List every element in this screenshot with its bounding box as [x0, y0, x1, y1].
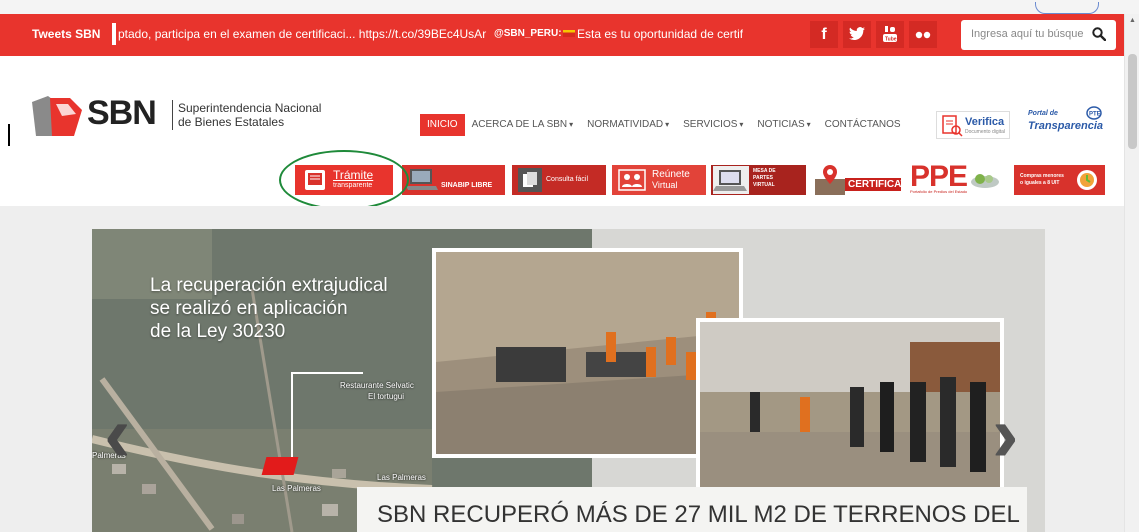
clock-coin-icon	[1077, 170, 1097, 190]
banner-mesa-label: MESA DE PARTES VIRTUAL	[753, 168, 776, 188]
banner-consulta-facil[interactable]: Consulta fácil	[512, 165, 606, 195]
location-pin-icon	[815, 165, 845, 195]
hero-text-line3: de la Ley 30230	[150, 321, 286, 342]
banner-mesa-de-partes[interactable]: MESA DE PARTES VIRTUAL	[711, 165, 806, 195]
laptop-icon	[713, 166, 749, 194]
banner-sinabip-label: SINABIP LIBRE	[441, 182, 493, 189]
map-label: Las Palmeras	[272, 484, 321, 493]
logo-text[interactable]: SBN	[87, 94, 157, 133]
banner-sinabip-libre[interactable]: SINABIP LIBRE	[402, 165, 505, 195]
caret-down-icon: ▾	[569, 120, 574, 129]
caret-down-icon: ▾	[806, 120, 811, 129]
pte-seal-icon: PTE	[1086, 106, 1102, 120]
banner-reunete-virtual[interactable]: Reúnete Virtual	[612, 165, 706, 195]
banner-ppe-subtitle: Portafolio de Predios del Estado	[910, 189, 968, 194]
callout-line	[291, 372, 363, 374]
photo-police-workers	[696, 318, 1004, 500]
logo-divider	[172, 100, 173, 130]
nav-item-label: SERVICIOS	[683, 119, 738, 130]
browser-top-strip	[0, 0, 1139, 14]
search-box	[961, 20, 1116, 50]
highlight-oval	[279, 150, 409, 210]
banner-reunete-subtitle: Virtual	[652, 180, 678, 190]
logo-subtitle-line2: de Bienes Estatales	[178, 115, 285, 129]
search-icon[interactable]	[1092, 27, 1107, 46]
verifica-subtitle: Documento digital	[965, 129, 1006, 135]
sbn-logo-icon[interactable]	[32, 96, 84, 141]
map-label: Restaurante Selvatic	[340, 381, 414, 390]
banner-compras-menores[interactable]: Compras menores o iguales a 8 UIT	[1014, 165, 1105, 195]
callout-line	[291, 372, 293, 457]
tweet-ticker-text-2[interactable]: Esta es tu oportunidad de certifi	[563, 27, 743, 41]
hero-text-line2: se realizó en aplicación	[150, 298, 348, 319]
svg-text:Tube: Tube	[885, 37, 897, 43]
left-edge-mark	[8, 124, 10, 146]
documents-icon	[518, 168, 542, 192]
search-input[interactable]	[971, 28, 1089, 40]
slide-caption[interactable]: SBN RECUPERÓ MÁS DE 27 MIL M2 DE TERRENO…	[357, 487, 1027, 532]
nav-item-label: NOTICIAS	[757, 119, 805, 130]
verifica-title: Verifica	[965, 116, 1005, 128]
nav-item-servicios[interactable]: SERVICIOS ▾	[676, 114, 750, 136]
nav-item-contactanos[interactable]: CONTÁCTANOS	[818, 114, 908, 136]
browser-pill	[1035, 2, 1099, 14]
logo-subtitle-line1: Superintendencia Nacional	[178, 101, 322, 115]
nav-item-label: NORMATIVIDAD	[587, 119, 664, 130]
scroll-up-icon[interactable]: ▲	[1129, 17, 1136, 24]
banner-reunete-title: Reúnete	[652, 169, 690, 180]
map-label: Las Palmeras	[377, 473, 426, 482]
main-nav: INICIO ACERCA DE LA SBN ▾ NORMATIVIDAD ▾ S…	[420, 114, 908, 136]
banner-certificat[interactable]: CERTIFICAT	[815, 165, 901, 195]
leaf-cloud-icon	[971, 174, 999, 188]
slider-next-icon[interactable]: ›	[992, 394, 1019, 474]
tweets-separator	[112, 23, 116, 45]
youtube-icon[interactable]: Tube	[876, 21, 904, 48]
banner-certi-label: CERTIFICAT	[845, 178, 901, 191]
verifica-button[interactable]: Verifica Documento digital	[936, 111, 1010, 139]
document-check-icon	[942, 115, 963, 137]
scrollbar-thumb[interactable]	[1128, 54, 1137, 149]
nav-item-noticias[interactable]: NOTICIAS ▾	[750, 114, 817, 136]
slider-prev-icon[interactable]: ‹	[104, 394, 131, 474]
peru-flag-icon	[563, 30, 575, 37]
nav-item-acerca[interactable]: ACERCA DE LA SBN ▾	[465, 114, 581, 136]
location-marker	[261, 457, 299, 475]
portal-line1: Portal de	[1028, 110, 1058, 117]
caret-down-icon: ▾	[739, 120, 744, 129]
tweets-label: Tweets SBN	[32, 27, 101, 41]
tweet-handle[interactable]: @SBN_PERU:	[494, 28, 562, 39]
top-bar: Tweets SBN ptado, participa en el examen…	[0, 14, 1124, 56]
slide-caption-text: SBN RECUPERÓ MÁS DE 27 MIL M2 DE TERRENO…	[377, 501, 1020, 528]
hero-text-line1: La recuperación extrajudical	[150, 275, 388, 296]
meeting-people-icon	[618, 169, 646, 191]
page-scrollbar[interactable]: ▲	[1124, 14, 1139, 532]
portal-line2: Transparencia	[1028, 120, 1104, 132]
svg-text:PTE: PTE	[1089, 112, 1101, 118]
hero-slider[interactable]: La recuperación extrajudical se realizó …	[92, 229, 1045, 532]
caret-down-icon: ▾	[665, 120, 670, 129]
facebook-icon[interactable]: f	[810, 21, 838, 48]
twitter-icon[interactable]	[843, 21, 871, 48]
banner-consulta-label: Consulta fácil	[546, 176, 589, 183]
tweet-ticker-text-2-label: Esta es tu oportunidad de certifi	[577, 27, 743, 41]
nav-item-normatividad[interactable]: NORMATIVIDAD ▾	[580, 114, 676, 136]
map-label: El tortugui	[368, 392, 405, 401]
portal-transparencia-link[interactable]: Portal de Transparencia PTE	[1028, 106, 1104, 138]
nav-item-label: CONTÁCTANOS	[824, 119, 901, 130]
nav-item-label: INICIO	[427, 119, 458, 130]
flickr-icon[interactable]	[909, 21, 937, 48]
banner-ppe[interactable]: PPE Portafolio de Predios del Estado	[906, 165, 1004, 195]
nav-item-inicio[interactable]: INICIO	[420, 114, 465, 136]
nav-item-label: ACERCA DE LA SBN	[471, 119, 568, 130]
laptop-icon	[406, 169, 438, 190]
banner-compras-label: Compras menores o iguales a 8 UIT	[1020, 173, 1064, 186]
tweet-ticker-text[interactable]: ptado, participa en el examen de certifi…	[118, 27, 486, 41]
page: Tweets SBN ptado, participa en el examen…	[0, 0, 1139, 532]
